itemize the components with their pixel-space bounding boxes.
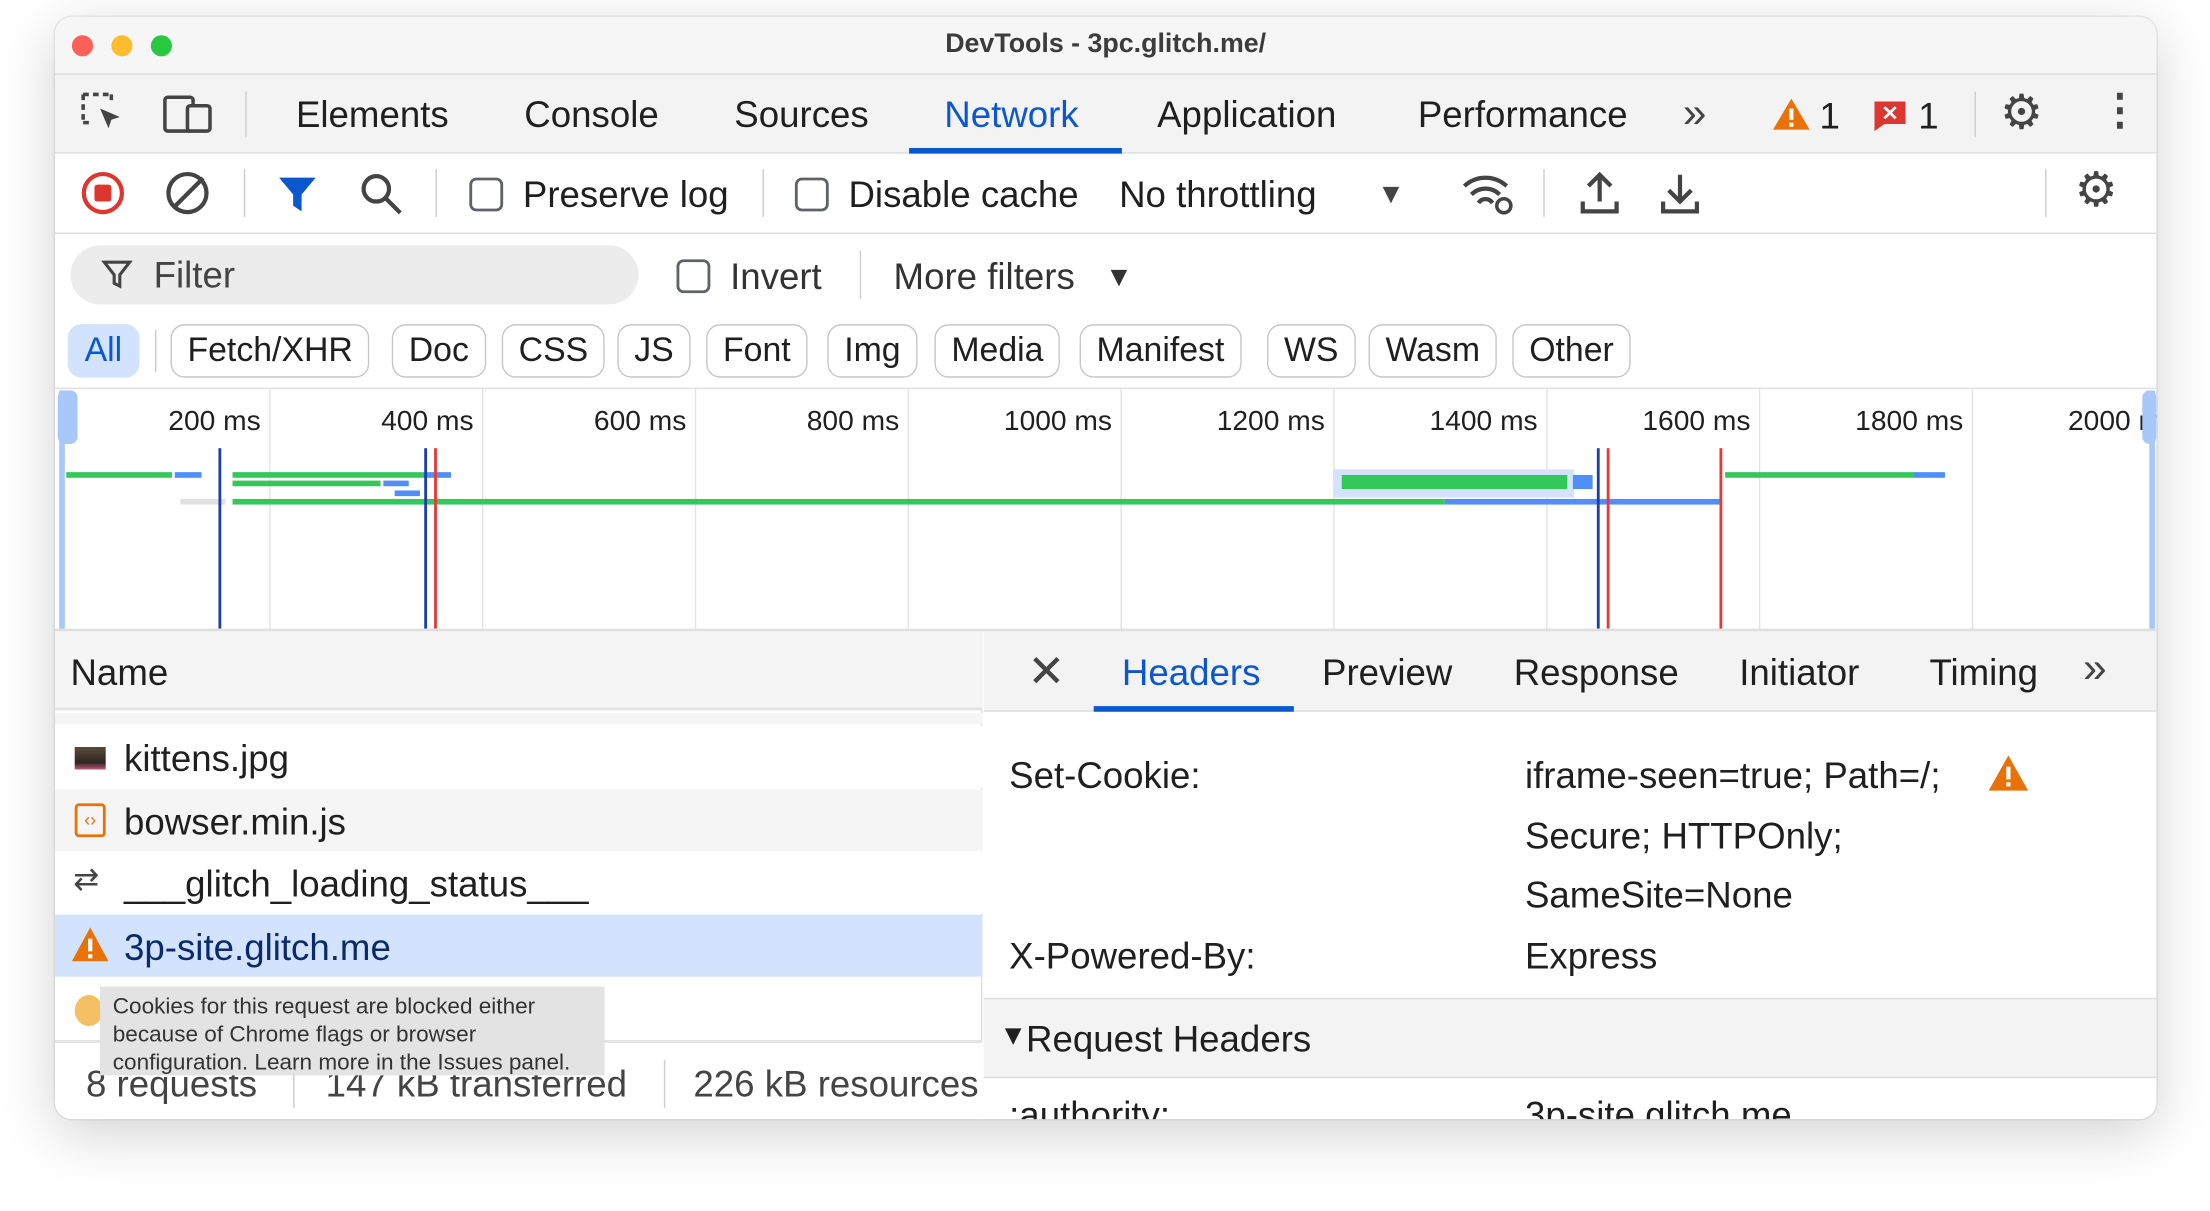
header-name: Set-Cookie: [1009,754,1201,797]
timeline-tick-label: 1200 ms [1216,405,1325,437]
devtools-window: DevTools - 3pc.glitch.me/ Elements Conso… [54,16,2157,1120]
timeline-event-marker [218,448,221,629]
waterfall-bar [233,498,1446,505]
timeline-tick-label: 1000 ms [1003,405,1113,437]
tab-headers[interactable]: Headers [1122,654,1261,691]
tab-initiator[interactable]: Initiator [1739,654,1859,691]
request-name: bowser.min.js [124,800,347,843]
active-tab-indicator [1093,706,1294,712]
name-header-label: Name [70,651,169,694]
request-row[interactable]: kittens.jpg [54,725,983,788]
waterfall-bar [1914,472,1946,478]
timeline-tick-label: 200 ms [168,405,261,437]
waterfall-bar [1572,474,1593,490]
timeline-event-marker [434,448,437,629]
timeline-tick-label: 600 ms [593,405,687,437]
timeline-tick-label: 1400 ms [1429,405,1538,437]
header-value: iframe-seen=true; Path=/; [1524,754,1941,797]
timeline-gridline [1971,388,1974,629]
header-value: Express [1524,934,1658,977]
timeline-event-marker [1719,448,1723,629]
waterfall-bar [1445,498,1720,505]
cookie-blocked-tooltip: Cookies for this request are blocked eit… [100,986,605,1076]
waterfall-bar [233,480,381,487]
header-value: 3p-site.glitch.me [1524,1093,1792,1120]
more-tabs-icon[interactable]: » [2083,648,2107,690]
timeline-tick-label: 400 ms [381,405,474,437]
requests-panel: Name kittens.jpg ‹› bowser.min.js ⇄ ___g… [54,631,983,1120]
timeline-tick-label: 1800 ms [1855,405,1964,437]
request-row-selected[interactable]: 3p-site.glitch.me [54,914,983,977]
request-headers-section[interactable]: ▼ Request Headers [983,997,2157,1079]
header-name: X-Powered-By: [1009,934,1256,977]
waterfall-bar [394,490,421,497]
request-name: 3p-site.glitch.me [124,925,391,969]
waterfall-bar [233,472,423,478]
waterfall-bar [1341,474,1568,490]
fetch-icon: ⇄ [73,861,100,897]
resources-size: 226 kB resources [693,1062,979,1105]
close-details-icon[interactable]: ✕ [1027,648,1065,693]
timeline-tick-label: 800 ms [806,405,900,437]
timeline-gridline [269,388,271,629]
timeline-event-marker [1597,448,1600,629]
request-row[interactable]: ⇄ ___glitch_loading_status___ [54,851,983,914]
warning-icon [71,927,109,962]
request-name: ___glitch_loading_status___ [124,862,589,905]
timeline-gridline [907,388,910,629]
request-name: kittens.jpg [124,737,290,780]
header-value: SameSite=None [1524,873,1793,917]
name-column-header[interactable]: Name [54,631,983,711]
request-row[interactable]: ‹› bowser.min.js [54,789,983,852]
header-name: :authority: [1009,1093,1171,1120]
timeline-overview[interactable]: 200 ms 400 ms 600 ms 800 ms 1000 ms 1200 ms 14… [55,17,2156,631]
warning-icon[interactable] [1987,754,2029,792]
triangle-down-icon: ▼ [999,1020,1028,1052]
timeline-gridline [482,388,484,629]
timeline-gridline [1333,388,1335,629]
cookie-icon [74,995,103,1027]
waterfall-bar [383,480,409,487]
waterfall-bar [65,472,173,478]
timeline-gridline [1120,388,1122,629]
timeline-tick-label: 2000 ms [2067,405,2156,437]
tab-timing[interactable]: Timing [1929,654,2038,691]
tab-response[interactable]: Response [1514,654,1679,691]
waterfall-bar [174,472,202,478]
tab-preview[interactable]: Preview [1322,654,1452,691]
details-panel: ✕ Headers Preview Response Initiator Tim… [983,631,2157,1120]
timeline-gridline [694,388,697,629]
details-tab-bar: ✕ Headers Preview Response Initiator Tim… [983,631,2157,712]
timeline-gridline [1758,388,1761,629]
waterfall-bar [1724,472,1915,478]
image-icon [74,746,106,770]
header-value: Secure; HTTPOnly; [1524,814,1843,857]
timeline-event-marker [424,448,428,629]
timeline-event-marker [1606,448,1610,629]
timeline-tick-label: 1600 ms [1642,405,1751,437]
script-icon: ‹› [74,803,106,838]
timeline-gridline [1546,388,1548,629]
section-title: Request Headers [1026,1017,1312,1060]
